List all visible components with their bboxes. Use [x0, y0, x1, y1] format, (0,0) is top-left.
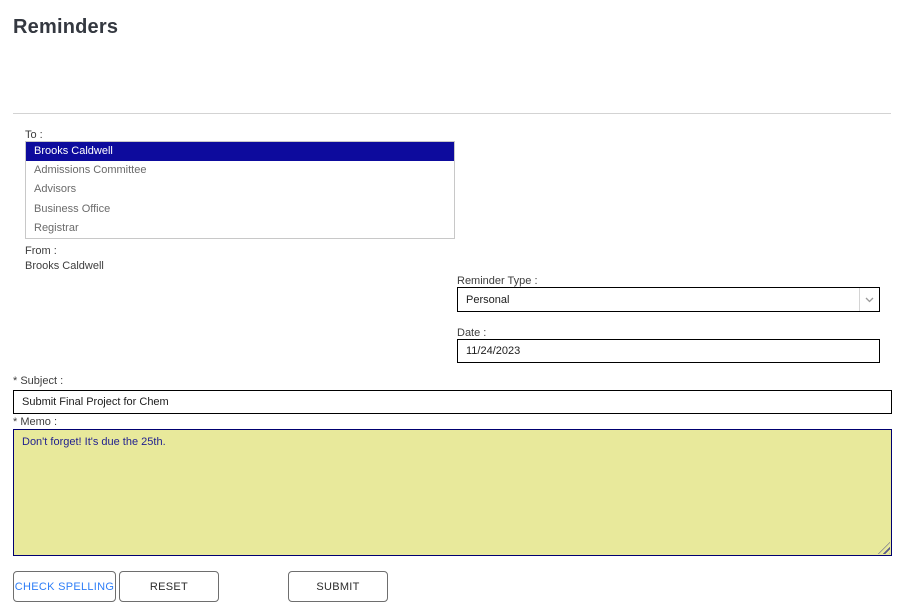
subject-label: * Subject : — [13, 375, 64, 387]
to-option[interactable]: Advisors — [26, 180, 454, 199]
reminder-type-select[interactable]: Personal — [457, 287, 880, 312]
date-label: Date : — [457, 327, 487, 339]
date-input[interactable] — [457, 339, 880, 363]
page-title: Reminders — [13, 16, 119, 38]
chevron-down-icon — [859, 288, 879, 311]
memo-label: * Memo : — [13, 416, 58, 428]
submit-button[interactable]: SUBMIT — [288, 571, 388, 602]
divider — [13, 113, 891, 114]
to-option[interactable]: Admissions Committee — [26, 161, 454, 180]
to-option[interactable]: Registrar — [26, 219, 454, 238]
reminder-type-label: Reminder Type : — [457, 275, 538, 287]
to-option[interactable]: Business Office — [26, 200, 454, 219]
check-spelling-button[interactable]: CHECK SPELLING — [13, 571, 116, 602]
from-value: Brooks Caldwell — [25, 260, 104, 272]
subject-input[interactable] — [13, 390, 892, 414]
to-option[interactable]: Brooks Caldwell — [26, 142, 454, 162]
reset-button[interactable]: RESET — [119, 571, 219, 602]
reminders-page: Reminders To : Brooks Caldwell Admission… — [0, 0, 904, 616]
memo-container: Don't forget! It's due the 25th. — [13, 429, 892, 556]
memo-textarea[interactable]: Don't forget! It's due the 25th. — [13, 429, 892, 556]
from-label: From : — [25, 245, 57, 257]
to-listbox[interactable]: Brooks Caldwell Admissions Committee Adv… — [25, 141, 455, 239]
reminder-type-value: Personal — [466, 293, 510, 306]
to-label: To : — [25, 129, 43, 141]
